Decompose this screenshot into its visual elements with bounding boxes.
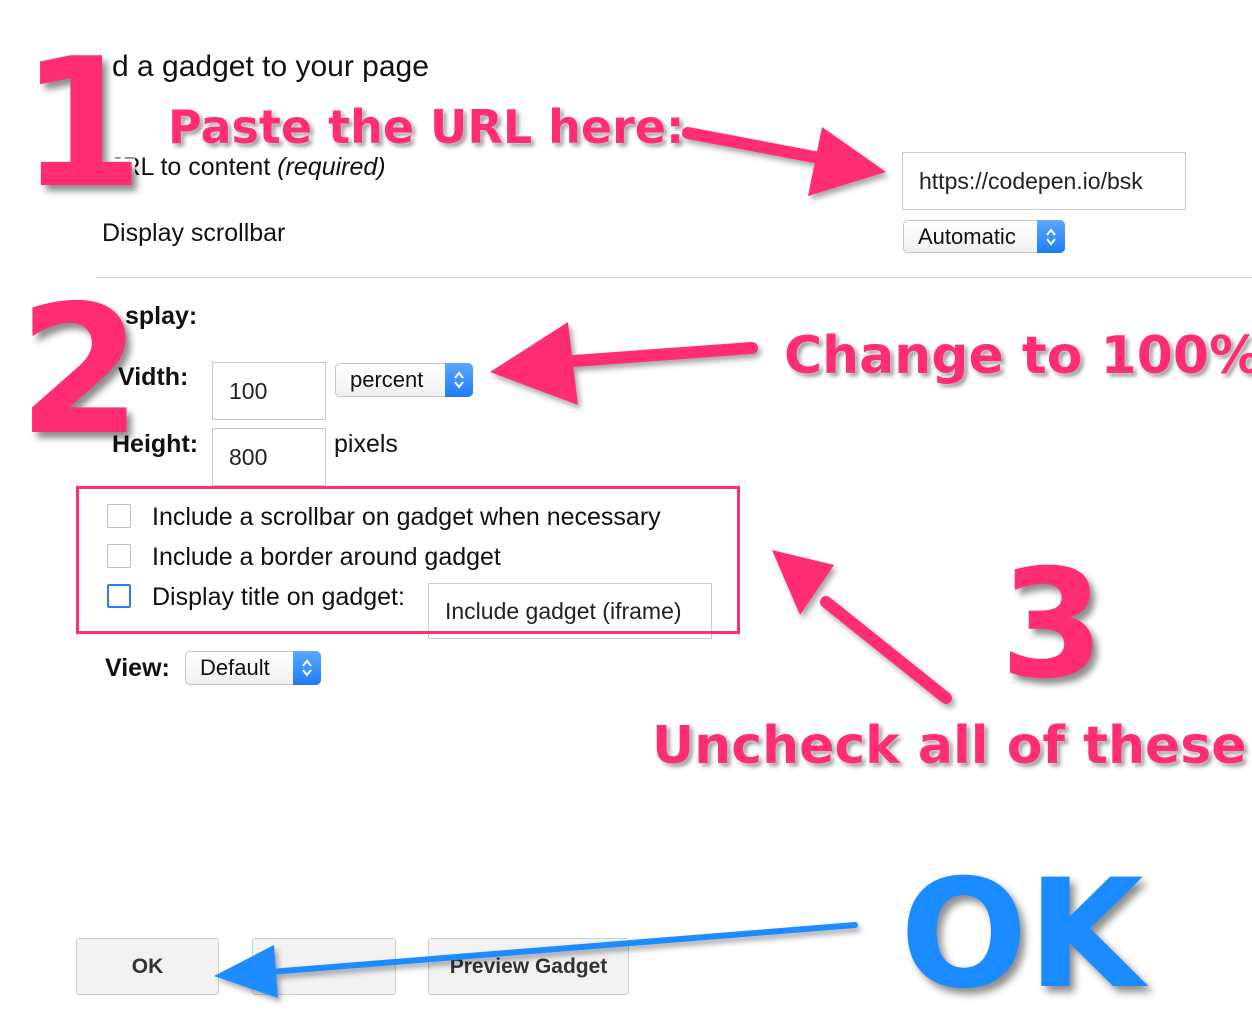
cancel-button[interactable] — [252, 938, 396, 995]
view-select[interactable]: Default — [185, 651, 321, 685]
view-label: View: — [105, 654, 170, 682]
select-stepper-icon — [1037, 220, 1065, 253]
url-input[interactable]: https://codepen.io/bsk — [902, 152, 1186, 210]
section-divider — [96, 277, 1252, 278]
options-highlight-box — [76, 486, 740, 634]
step-3-number: 3 — [996, 538, 1107, 712]
scrollbar-select-value: Automatic — [918, 223, 1016, 249]
select-stepper-icon — [445, 363, 473, 397]
height-input[interactable]: 800 — [212, 428, 326, 486]
arrow-to-url-icon — [682, 127, 886, 196]
step-3-instruction: Uncheck all of these — [651, 715, 1248, 777]
height-unit-text: pixels — [334, 430, 398, 458]
url-label: JRL to content (required) — [110, 153, 386, 182]
width-unit-value: percent — [350, 367, 424, 392]
url-required-text: (required) — [277, 153, 386, 181]
ok-annotation: OK — [896, 848, 1148, 1022]
preview-gadget-button[interactable]: Preview Gadget — [428, 938, 629, 995]
step-1-instruction: Paste the URL here: — [167, 99, 685, 155]
step-2-instruction: Change to 100% — [783, 325, 1252, 387]
step-1-number: 1 — [17, 20, 148, 227]
step-2-number: 2 — [15, 267, 146, 474]
scrollbar-select[interactable]: Automatic — [903, 220, 1065, 253]
arrow-to-options-icon — [772, 550, 952, 704]
view-select-value: Default — [200, 655, 270, 680]
ok-button[interactable]: OK — [76, 938, 219, 995]
dialog-title: d a gadget to your page — [112, 50, 429, 83]
width-unit-select[interactable]: percent — [335, 363, 473, 397]
width-input[interactable]: 100 — [212, 362, 326, 420]
select-stepper-icon — [293, 651, 321, 685]
arrow-to-width-icon — [490, 322, 758, 405]
